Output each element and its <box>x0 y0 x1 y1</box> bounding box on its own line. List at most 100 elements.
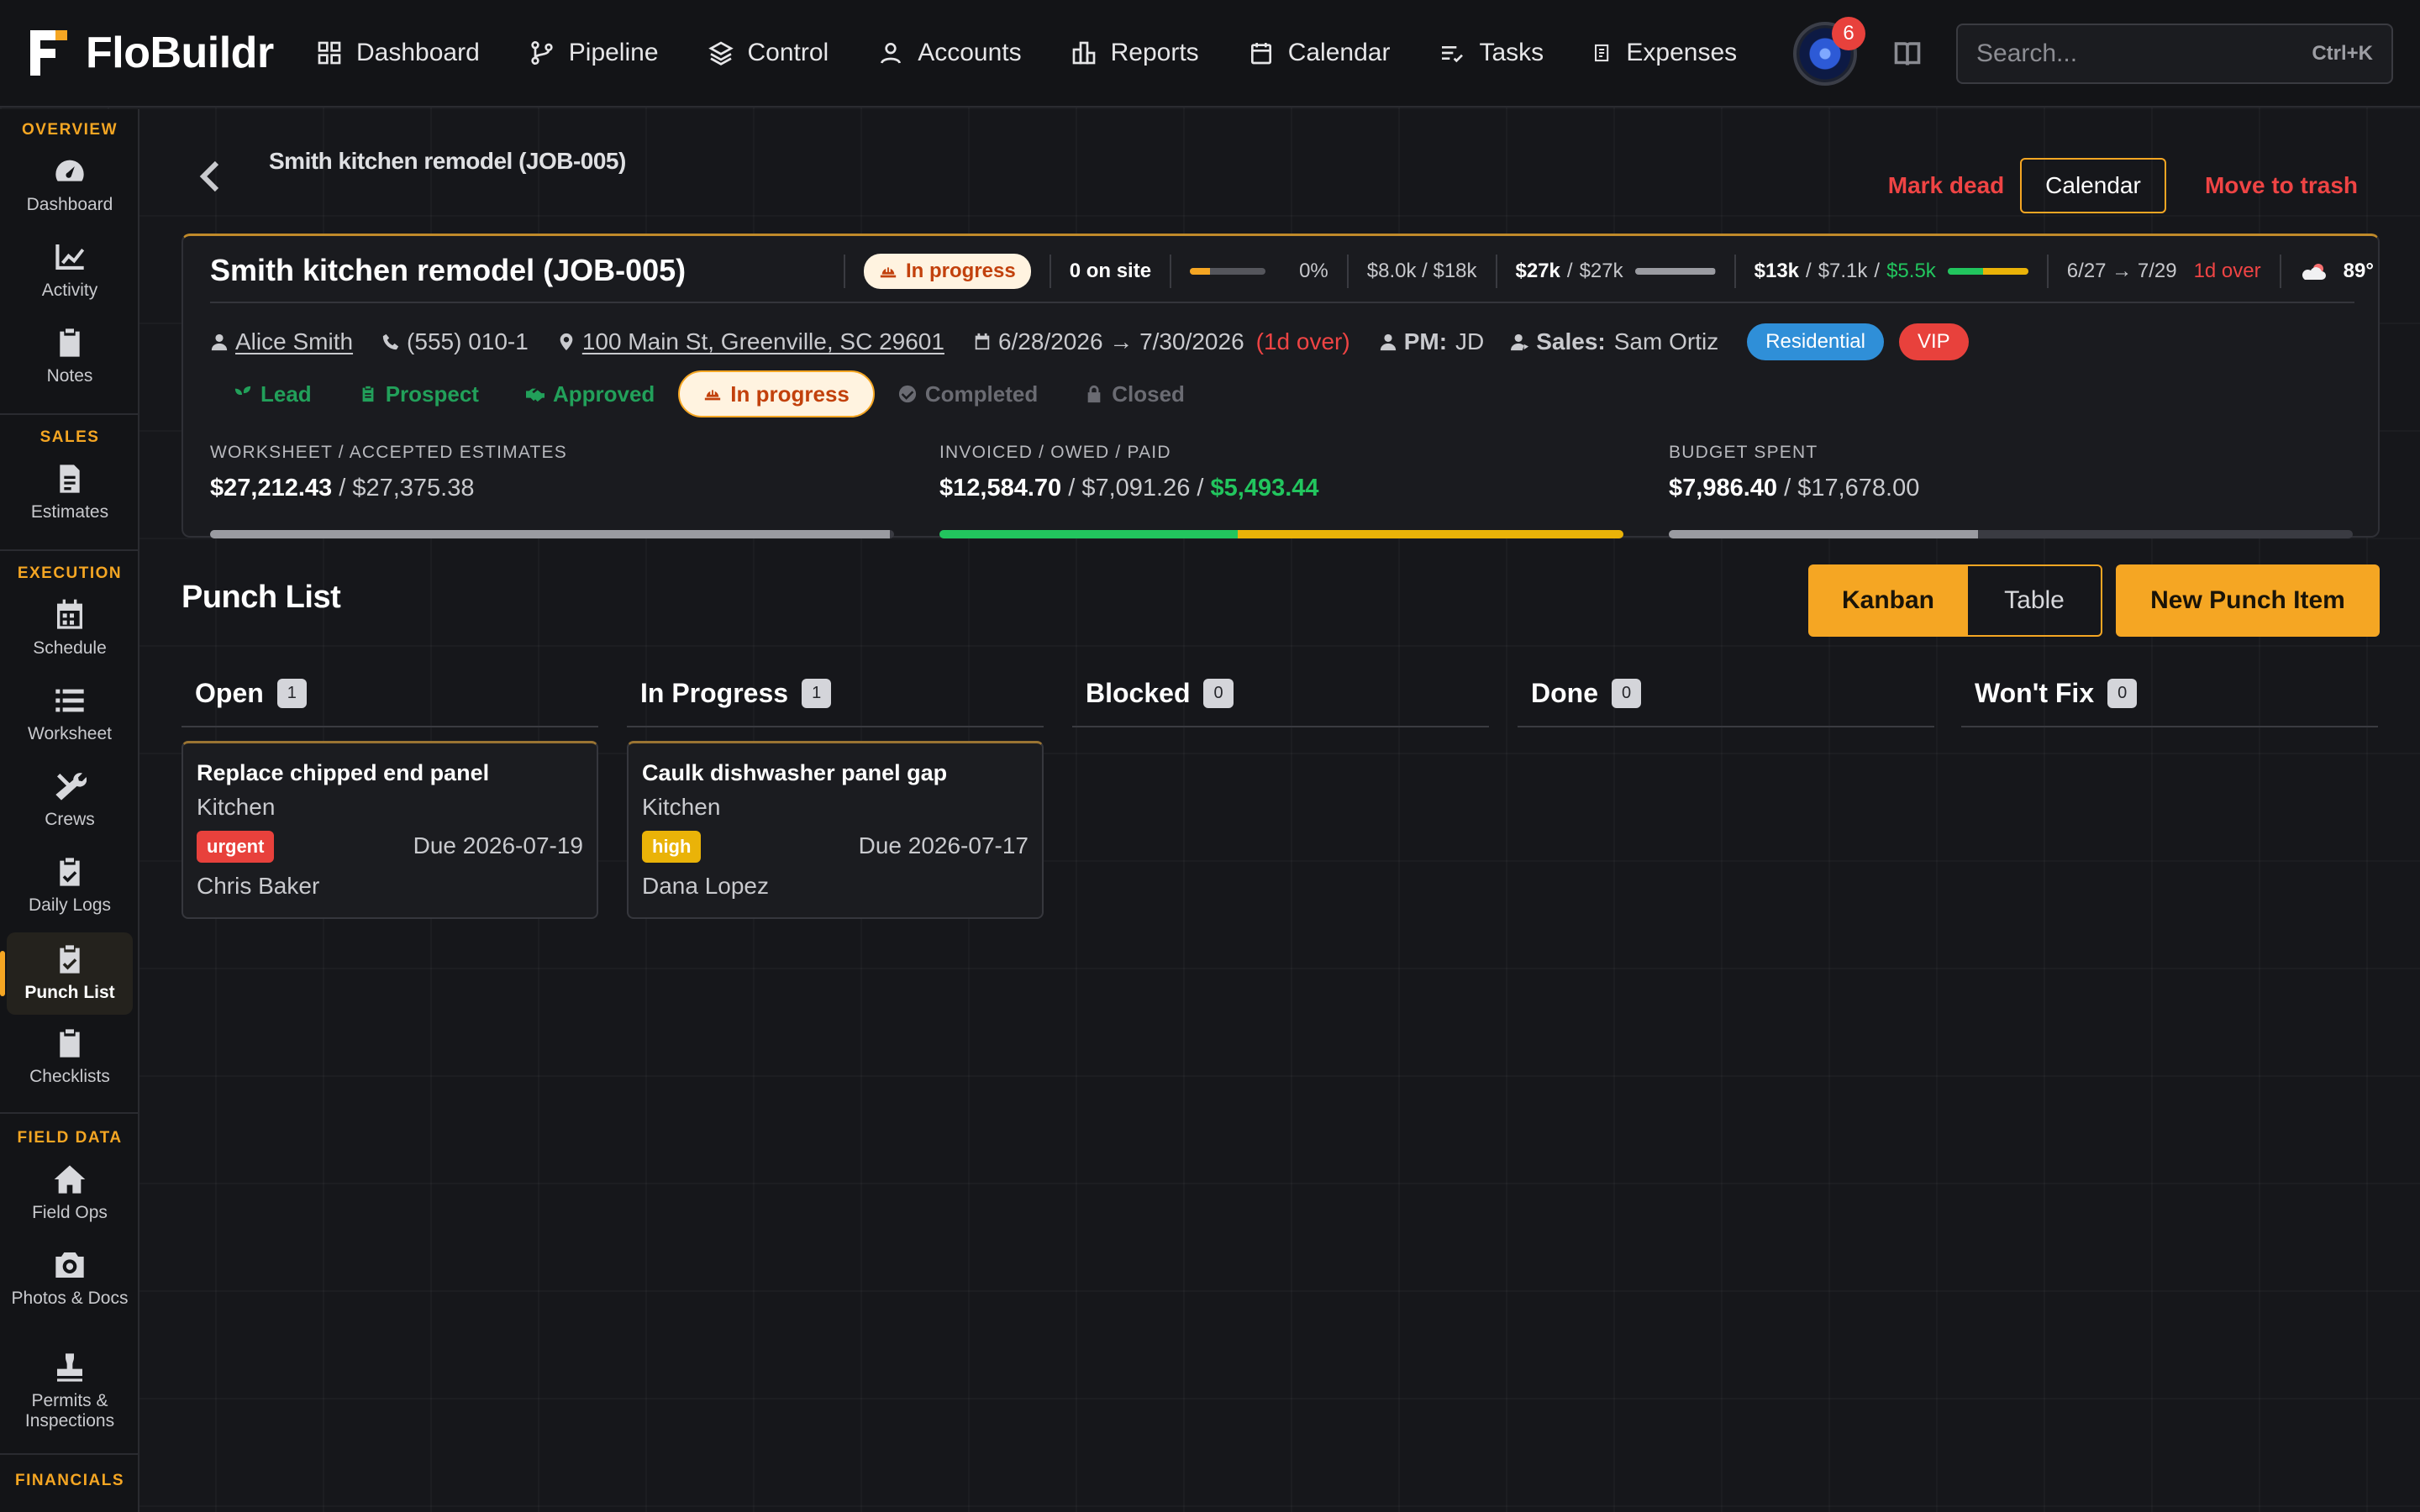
sales-name: Sam Ortiz <box>1613 328 1719 354</box>
nav-reports[interactable]: Reports <box>1071 39 1199 67</box>
sidebar-item-punch-list[interactable]: Punch List <box>0 932 133 1015</box>
user-tag-icon <box>1511 333 1529 351</box>
receipt-icon <box>1595 44 1609 62</box>
sidebar-item-crews[interactable]: Crews <box>7 769 133 842</box>
stage-label: Closed <box>1112 381 1185 407</box>
nav-label: Accounts <box>918 39 1022 66</box>
column-header: Open 1 <box>182 669 598 717</box>
sidebar-item-field-ops[interactable]: Field Ops <box>7 1163 133 1235</box>
priority-badge: urgent <box>197 831 275 863</box>
sidebar-item-worksheet[interactable]: Worksheet <box>7 684 133 756</box>
budget-metric: BUDGET SPENT $7,986.40 / $17,678.00 <box>1669 443 2353 538</box>
calendar-button[interactable]: Calendar <box>2020 158 2166 213</box>
sidebar-item-label: Daily Logs <box>28 895 112 915</box>
sidebar-item-label: Worksheet <box>28 724 112 743</box>
punch-location: Kitchen <box>642 794 721 820</box>
project-manager: PM: JD <box>1379 328 1485 355</box>
move-to-trash-button[interactable]: Move to trash <box>2181 158 2381 213</box>
brand-logo[interactable]: FloBuildr <box>30 28 316 78</box>
stamp-icon <box>57 1353 82 1382</box>
nav-label: Dashboard <box>356 39 480 66</box>
nav-control[interactable]: Control <box>708 39 829 67</box>
nav-pipeline[interactable]: Pipeline <box>529 39 659 67</box>
sidebar-item-label: Dashboard <box>26 195 113 214</box>
clipboard-icon <box>60 328 80 357</box>
nav-accounts[interactable]: Accounts <box>877 39 1022 67</box>
sidebar-item-label: Crews <box>45 810 95 829</box>
on-site-count: 0 on site <box>1069 260 1152 282</box>
new-punch-item-button[interactable]: New Punch Item <box>2116 564 2380 637</box>
nav-expenses[interactable]: Expenses <box>1592 39 1737 67</box>
sidebar-section-field-data: FIELD DATA <box>17 1129 123 1147</box>
user-avatar-button[interactable]: 6 <box>1793 17 1865 86</box>
sidebar-item-label: Punch List <box>24 983 115 1002</box>
sidebar-item-permits-inspections[interactable]: Permits & Inspections <box>7 1351 133 1440</box>
progress-percent: 0% <box>1299 260 1328 282</box>
column-count: 0 <box>1203 678 1234 708</box>
building-icon <box>1072 41 1095 65</box>
seedling-icon <box>234 386 251 402</box>
sidebar-item-notes[interactable]: Notes <box>7 326 133 398</box>
nav-label: Calendar <box>1287 39 1391 66</box>
back-arrow-icon[interactable] <box>198 160 222 193</box>
pm-name: JD <box>1455 328 1485 354</box>
sidebar-item-label: Checklists <box>29 1067 110 1086</box>
sidebar-item-photos-docs[interactable]: Photos & Docs <box>7 1248 133 1337</box>
client-link[interactable]: Alice Smith <box>210 328 353 355</box>
gauge-icon <box>55 160 84 181</box>
sidebar-item-schedule[interactable]: Schedule <box>7 598 133 670</box>
punch-card[interactable]: Caulk dishwasher panel gap Kitchen high … <box>627 741 1044 919</box>
metric-value: $12,584.70 / $7,091.26 / $5,493.44 <box>939 475 1319 501</box>
job-dates: 6/28/2026 → 7/30/2026 <box>973 328 1244 355</box>
sidebar-item-label: Permits & Inspections <box>24 1391 115 1431</box>
sidebar-item-checklists[interactable]: Checklists <box>7 1026 133 1099</box>
tag-vip[interactable]: VIP <box>1898 323 1969 360</box>
sidebar-item-estimates[interactable]: Estimates <box>7 462 133 534</box>
sidebar-section-overview: OVERVIEW <box>21 121 118 139</box>
stage-closed[interactable]: Closed <box>1061 370 1208 417</box>
mark-dead-button[interactable]: Mark dead <box>1854 158 2039 213</box>
job-stage-tracker: Lead Prospect Approved In progress Compl… <box>210 370 1208 417</box>
stage-completed[interactable]: Completed <box>875 370 1061 417</box>
phone-number: (555) 010-1 <box>407 328 529 354</box>
status-badge: In progress <box>864 254 1031 289</box>
address-link[interactable]: 100 Main St, Greenville, SC 29601 <box>557 328 944 355</box>
stage-prospect[interactable]: Prospect <box>335 370 502 417</box>
sidebar-item-activity[interactable]: Activity <box>7 240 133 312</box>
sidebar-item-daily-logs[interactable]: Daily Logs <box>7 855 133 927</box>
phone-icon <box>382 333 399 350</box>
worksheet-total: $27,212.43 <box>210 475 333 501</box>
search-input[interactable]: Search... Ctrl+K <box>1956 24 2393 84</box>
punch-location: Kitchen <box>197 794 276 820</box>
progress-bar <box>1190 268 1266 275</box>
metric-value: $7,986.40 / $17,678.00 <box>1669 475 1920 501</box>
table-view-button[interactable]: Table <box>1968 564 2102 637</box>
stage-lead[interactable]: Lead <box>210 370 335 417</box>
worksheet-bar <box>210 530 894 538</box>
invoiced-metric: INVOICED / OWED / PAID $12,584.70 / $7,0… <box>939 443 1623 538</box>
logo-mark-icon <box>30 30 67 76</box>
nav-dashboard[interactable]: Dashboard <box>316 39 480 67</box>
punch-card[interactable]: Replace chipped end panel Kitchen urgent… <box>182 741 598 919</box>
book-icon[interactable] <box>1892 39 1923 69</box>
invoice-short-b: $7.1k <box>1818 260 1868 282</box>
nav-calendar[interactable]: Calendar <box>1248 39 1391 67</box>
sidebar-item-dashboard[interactable]: Dashboard <box>7 155 133 227</box>
kanban-column-blocked: Blocked 0 <box>1072 669 1489 727</box>
budget-bar <box>1669 530 2353 538</box>
search-shortcut: Ctrl+K <box>2312 42 2373 65</box>
stage-approved[interactable]: Approved <box>502 370 678 417</box>
nav-tasks[interactable]: Tasks <box>1439 39 1544 67</box>
phone-link[interactable]: (555) 010-1 <box>381 328 529 355</box>
paid-total: $5,493.44 <box>1210 475 1319 501</box>
punch-title: Replace chipped end panel <box>197 760 490 785</box>
stage-in-progress[interactable]: In progress <box>678 370 875 417</box>
tag-residential[interactable]: Residential <box>1747 323 1884 360</box>
nav-label: Pipeline <box>568 39 659 66</box>
worksheet-short-b: $27k <box>1579 260 1623 282</box>
column-name: Won't Fix <box>1975 677 2095 708</box>
column-header: Won't Fix 0 <box>1961 669 2378 717</box>
kanban-view-button[interactable]: Kanban <box>1808 564 1968 637</box>
over-indicator: (1d over) <box>1255 328 1350 354</box>
divider <box>844 255 845 288</box>
